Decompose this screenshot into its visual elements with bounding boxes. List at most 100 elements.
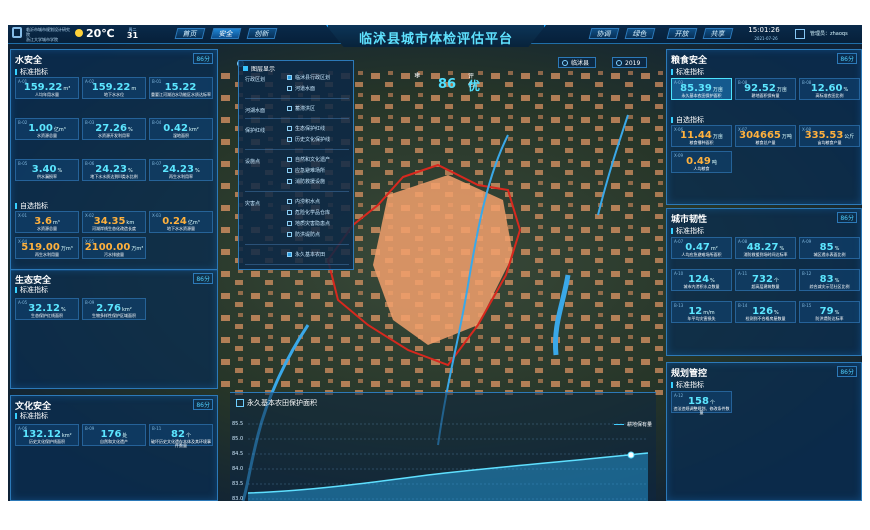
- indicator-tile[interactable]: B-03 27.26% 水资源开发利用率: [82, 118, 146, 140]
- indicator-tile[interactable]: X-09 0.49吨 人均粮食: [671, 151, 732, 173]
- indicator-tile[interactable]: X-03 0.24亿m³ 地下水水资源量: [149, 211, 213, 233]
- layer-item[interactable]: 防洪堤防点: [287, 232, 320, 239]
- layer-item[interactable]: 临沭县行政区划: [287, 75, 330, 82]
- checkbox-icon[interactable]: [287, 199, 292, 204]
- checkbox-icon[interactable]: [287, 75, 292, 80]
- title-plate: 临沭县城市体检评估平台: [326, 25, 546, 47]
- indicator-tile[interactable]: B-08 12.60% 高标准农田比例: [799, 78, 860, 100]
- panel-eco-score[interactable]: 86分: [193, 273, 213, 284]
- checkbox-icon[interactable]: [287, 179, 292, 184]
- layer-item-label: 防洪堤防点: [295, 232, 321, 238]
- layer-item[interactable]: 永久基本农田: [287, 252, 325, 259]
- indicator-tile[interactable]: X-06 11.44万亩 粮食播种面积: [671, 125, 732, 147]
- panel-planning-title: 规划管控: [671, 369, 708, 379]
- checkbox-icon[interactable]: [287, 86, 292, 91]
- checkbox-icon[interactable]: [287, 137, 292, 142]
- nav-safety[interactable]: 安全: [210, 28, 242, 39]
- indicator-name: 历史文化保护线面积: [29, 439, 65, 444]
- indicator-tile[interactable]: X-02 34.35km 河湖岸线生态化改造长度: [82, 211, 146, 233]
- series-point[interactable]: [627, 451, 635, 459]
- indicator-tile[interactable]: B-11 82个 破坏历史文化遗存本体及其环境事件数量: [149, 424, 213, 448]
- admin-label[interactable]: 管理员：zhaoqs: [810, 30, 848, 37]
- indicator-tile[interactable]: B-04 0.42km² 湿地面积: [149, 118, 213, 140]
- screen-icon[interactable]: [795, 29, 805, 39]
- checkbox-icon[interactable]: [287, 157, 292, 162]
- brand-line-1: 临沂市城市规划设计研究院: [26, 27, 70, 37]
- layer-item[interactable]: 蓄滞洪区: [287, 106, 315, 113]
- nav-share[interactable]: 共享: [702, 28, 734, 39]
- checkbox-icon[interactable]: [287, 168, 292, 173]
- year-select[interactable]: 2019: [612, 57, 648, 68]
- layer-item[interactable]: 消防救援设施: [287, 179, 325, 186]
- indicator-tile[interactable]: X-05 2100.00万m³ 污水排放量: [82, 237, 146, 259]
- layer-item[interactable]: 危险化学品仓库: [287, 210, 330, 217]
- indicator-tile[interactable]: B-09 2.76km² 生物多样性保护区域面积: [82, 298, 146, 320]
- y-tick-label: 84.0: [232, 466, 244, 472]
- indicator-tile[interactable]: X-04 519.00万m³ 再生水利用量: [15, 237, 79, 259]
- panel-water-score[interactable]: 86分: [193, 53, 213, 64]
- indicator-tile[interactable]: A-06 132.12km² 历史文化保护线面积: [15, 424, 79, 446]
- indicator-tile[interactable]: A-12 158个 违法违规调整规划、修改条件数量: [671, 391, 732, 415]
- indicator-tile[interactable]: B-01 15.22 重要江河湖泊水功能区水质达标率: [149, 77, 213, 99]
- panel-resilience-score[interactable]: 86分: [837, 212, 857, 223]
- nav-open[interactable]: 开放: [666, 28, 698, 39]
- indicator-tile[interactable]: X-01 3.6m³ 水资源总量: [15, 211, 79, 233]
- indicator-tile[interactable]: B-08 92.52万亩 耕地面积保有量: [735, 78, 796, 100]
- checkbox-icon[interactable]: [287, 232, 292, 237]
- indicator-name: 防洪堤防达标率: [815, 316, 844, 321]
- indicator-tile[interactable]: A-03 85.39万亩 永久基本农田保护面积: [671, 78, 732, 100]
- nav-innovation[interactable]: 创新: [246, 28, 278, 39]
- indicator-unit: m: [131, 86, 137, 92]
- region-select[interactable]: 临沭县: [558, 57, 597, 68]
- indicator-tile[interactable]: B-12 83% 综合减灾示范社区比例: [799, 269, 860, 291]
- indicator-name: 水资源总量: [37, 226, 57, 231]
- panel-food-score[interactable]: 86分: [837, 53, 857, 64]
- nav-green[interactable]: 绿色: [624, 28, 656, 39]
- indicator-name: 地下水水资源量: [167, 226, 195, 231]
- checkbox-icon[interactable]: [287, 252, 292, 257]
- indicator-tile[interactable]: B-15 79% 防洪堤防达标率: [799, 301, 860, 323]
- checkbox-icon[interactable]: [287, 126, 292, 131]
- layer-item[interactable]: 地质灾害隐患点: [287, 221, 330, 228]
- indicator-tile[interactable]: X-07 304665万吨 粮食总产量: [735, 125, 796, 147]
- checkbox-icon[interactable]: [287, 106, 292, 111]
- nav-coordination[interactable]: 协调: [588, 28, 620, 39]
- indicator-tile[interactable]: A-10 124% 城市内涝积水点数量: [671, 269, 732, 291]
- indicator-tile[interactable]: A-02 159.22m 地下水水位: [82, 77, 146, 99]
- indicator-tile[interactable]: A-09 85% 城区透水表面比例: [799, 237, 860, 259]
- indicator-unit: 万吨: [781, 134, 792, 140]
- layer-item[interactable]: 河道水面: [287, 86, 315, 93]
- layer-item-label: 历史文化保护线: [295, 137, 331, 143]
- indicator-tile[interactable]: A-07 0.47m² 人均应急避难场所面积: [671, 237, 732, 259]
- indicator-tile[interactable]: B-13 12m/m 年平均灾害损失: [671, 301, 732, 323]
- indicator-unit: %: [57, 168, 63, 174]
- indicator-tile[interactable]: B-07 24.23% 再生水利用率: [149, 159, 213, 181]
- panel-culture-score[interactable]: 86分: [193, 399, 213, 410]
- indicator-name: 违法违规调整规划、修改条件数量: [673, 406, 730, 415]
- layer-item[interactable]: 自然和文化遗产: [287, 157, 330, 164]
- checkbox-icon[interactable]: [287, 210, 292, 215]
- layer-item[interactable]: 内涝积水点: [287, 199, 320, 206]
- indicator-tile[interactable]: X-08 335.53公斤 亩均粮食产量: [799, 125, 860, 147]
- layer-group-label: 设施点: [245, 159, 261, 165]
- indicator-tile[interactable]: A-11 732个 超高层建筑数量: [735, 269, 796, 291]
- layer-item[interactable]: 生态保护红线: [287, 126, 325, 133]
- layer-item[interactable]: 历史文化保护线: [287, 137, 330, 144]
- indicator-tile[interactable]: B-14 126% 检测到不合格房屋数量: [735, 301, 796, 323]
- layer-group-label: 行政区划: [245, 77, 266, 83]
- indicator-tile[interactable]: A-05 32.12% 生态保护红线面积: [15, 298, 79, 320]
- indicator-tile[interactable]: A-08 48.27% 消防救援到场时间达标率: [735, 237, 796, 259]
- indicator-tile[interactable]: A-01 159.22m³ 人均年用水量: [15, 77, 79, 99]
- indicator-name: 超高层建筑数量: [751, 284, 780, 289]
- checkbox-icon[interactable]: [287, 221, 292, 226]
- indicator-tile[interactable]: B-09 176处 自然和文化遗产: [82, 424, 146, 446]
- indicator-tile[interactable]: B-02 1.00亿m³ 水资源总量: [15, 118, 79, 140]
- panel-planning-score[interactable]: 86分: [837, 366, 857, 377]
- layer-item[interactable]: 应急避难场所: [287, 168, 325, 175]
- chart-plot: [248, 423, 648, 501]
- indicator-name: 自然和文化遗产: [100, 439, 128, 444]
- indicator-unit: m³: [63, 86, 71, 92]
- nav-home[interactable]: 首页: [174, 28, 206, 39]
- indicator-tile[interactable]: B-06 24.23% 地下水水质达到III类水比例: [82, 159, 146, 181]
- indicator-tile[interactable]: B-05 3.40% 供水漏损率: [15, 159, 79, 181]
